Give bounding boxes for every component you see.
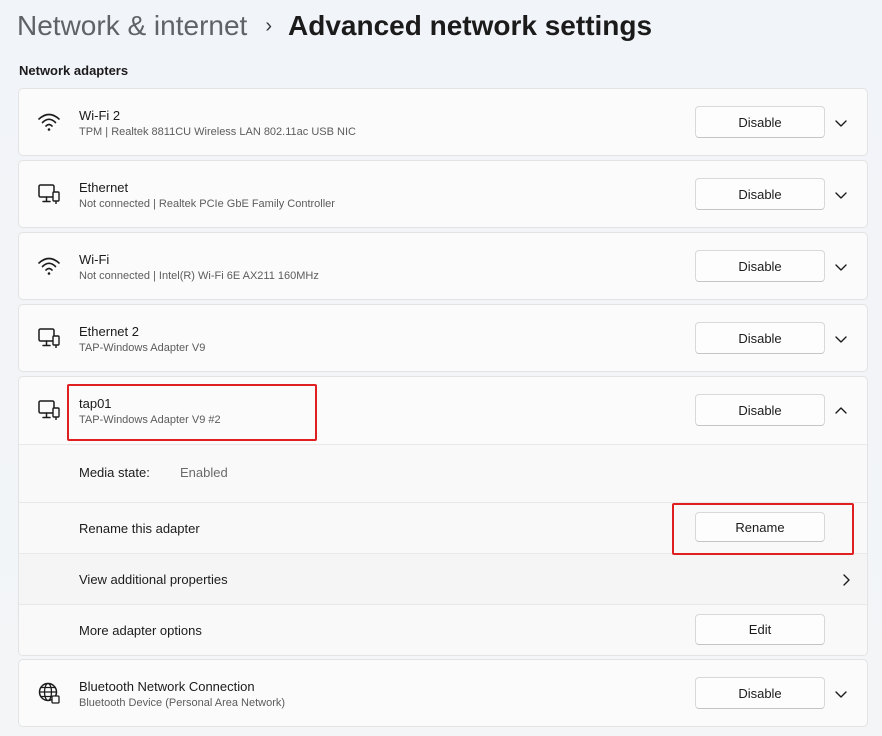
chevron-down-icon[interactable]: [831, 684, 851, 704]
chevron-down-icon[interactable]: [831, 185, 851, 205]
wifi-icon: [38, 113, 60, 131]
edit-button[interactable]: Edit: [695, 614, 825, 645]
more-adapter-options-label: More adapter options: [79, 623, 202, 638]
highlight-box-adapter-name: [67, 384, 317, 441]
page-title: Advanced network settings: [288, 10, 653, 41]
media-state-value: Enabled: [180, 465, 228, 480]
adapter-name: Ethernet 2: [79, 324, 139, 339]
chevron-down-icon[interactable]: [831, 329, 851, 349]
chevron-up-icon[interactable]: [831, 401, 851, 421]
adapter-description: TAP-Windows Adapter V9: [79, 342, 206, 354]
adapter-name: Bluetooth Network Connection: [79, 679, 255, 694]
adapter-row[interactable]: Wi-Fi 2 TPM | Realtek 8811CU Wireless LA…: [19, 89, 867, 155]
media-state-row: Media state: Enabled: [19, 444, 867, 502]
adapter-name: Wi-Fi: [79, 252, 110, 267]
adapter-description: Bluetooth Device (Personal Area Network): [79, 697, 286, 709]
chevron-down-icon[interactable]: [831, 113, 851, 133]
adapter-card-wifi[interactable]: Wi-Fi Not connected | Intel(R) Wi-Fi 6E …: [18, 232, 868, 300]
disable-button[interactable]: Disable: [695, 322, 825, 354]
chevron-right-icon: [843, 574, 850, 586]
adapter-row[interactable]: Ethernet 2 TAP-Windows Adapter V9 Disabl…: [19, 305, 867, 371]
section-title: Network adapters: [19, 63, 129, 78]
disable-button[interactable]: Disable: [695, 178, 825, 210]
globe-icon: [38, 682, 60, 704]
view-properties-row[interactable]: View additional properties: [19, 553, 867, 604]
disable-button[interactable]: Disable: [695, 250, 825, 282]
disable-button[interactable]: Disable: [695, 677, 825, 709]
disable-button[interactable]: Disable: [695, 106, 825, 138]
adapter-card-ethernet[interactable]: Ethernet Not connected | Realtek PCIe Gb…: [18, 160, 868, 228]
adapter-card-ethernet-2[interactable]: Ethernet 2 TAP-Windows Adapter V9 Disabl…: [18, 304, 868, 372]
adapter-row[interactable]: Ethernet Not connected | Realtek PCIe Gb…: [19, 161, 867, 227]
breadcrumb: Network & internet › Advanced network se…: [17, 6, 652, 46]
rename-adapter-label: Rename this adapter: [79, 521, 200, 536]
disable-button[interactable]: Disable: [695, 394, 825, 426]
adapter-description: Not connected | Realtek PCIe GbE Family …: [79, 198, 335, 210]
adapter-row[interactable]: Bluetooth Network Connection Bluetooth D…: [19, 660, 867, 726]
adapter-description: TPM | Realtek 8811CU Wireless LAN 802.11…: [79, 126, 356, 138]
ethernet-icon: [38, 328, 60, 348]
chevron-down-icon[interactable]: [831, 257, 851, 277]
adapter-description: Not connected | Intel(R) Wi-Fi 6E AX211 …: [79, 270, 319, 282]
highlight-box-rename-button: [672, 503, 854, 555]
adapter-card-wifi-2[interactable]: Wi-Fi 2 TPM | Realtek 8811CU Wireless LA…: [18, 88, 868, 156]
view-properties-label: View additional properties: [79, 572, 228, 587]
media-state-label: Media state:: [79, 465, 150, 480]
wifi-icon: [38, 257, 60, 275]
breadcrumb-separator: ›: [265, 14, 272, 37]
adapter-name: Ethernet: [79, 180, 129, 195]
ethernet-icon: [38, 184, 60, 204]
ethernet-icon: [38, 400, 60, 420]
breadcrumb-parent-link[interactable]: Network & internet: [17, 10, 247, 42]
adapter-row[interactable]: Wi-Fi Not connected | Intel(R) Wi-Fi 6E …: [19, 233, 867, 299]
more-adapter-options-row: More adapter options Edit: [19, 604, 867, 655]
adapter-card-bluetooth[interactable]: Bluetooth Network Connection Bluetooth D…: [18, 659, 868, 727]
adapter-name: Wi-Fi 2: [79, 108, 121, 123]
